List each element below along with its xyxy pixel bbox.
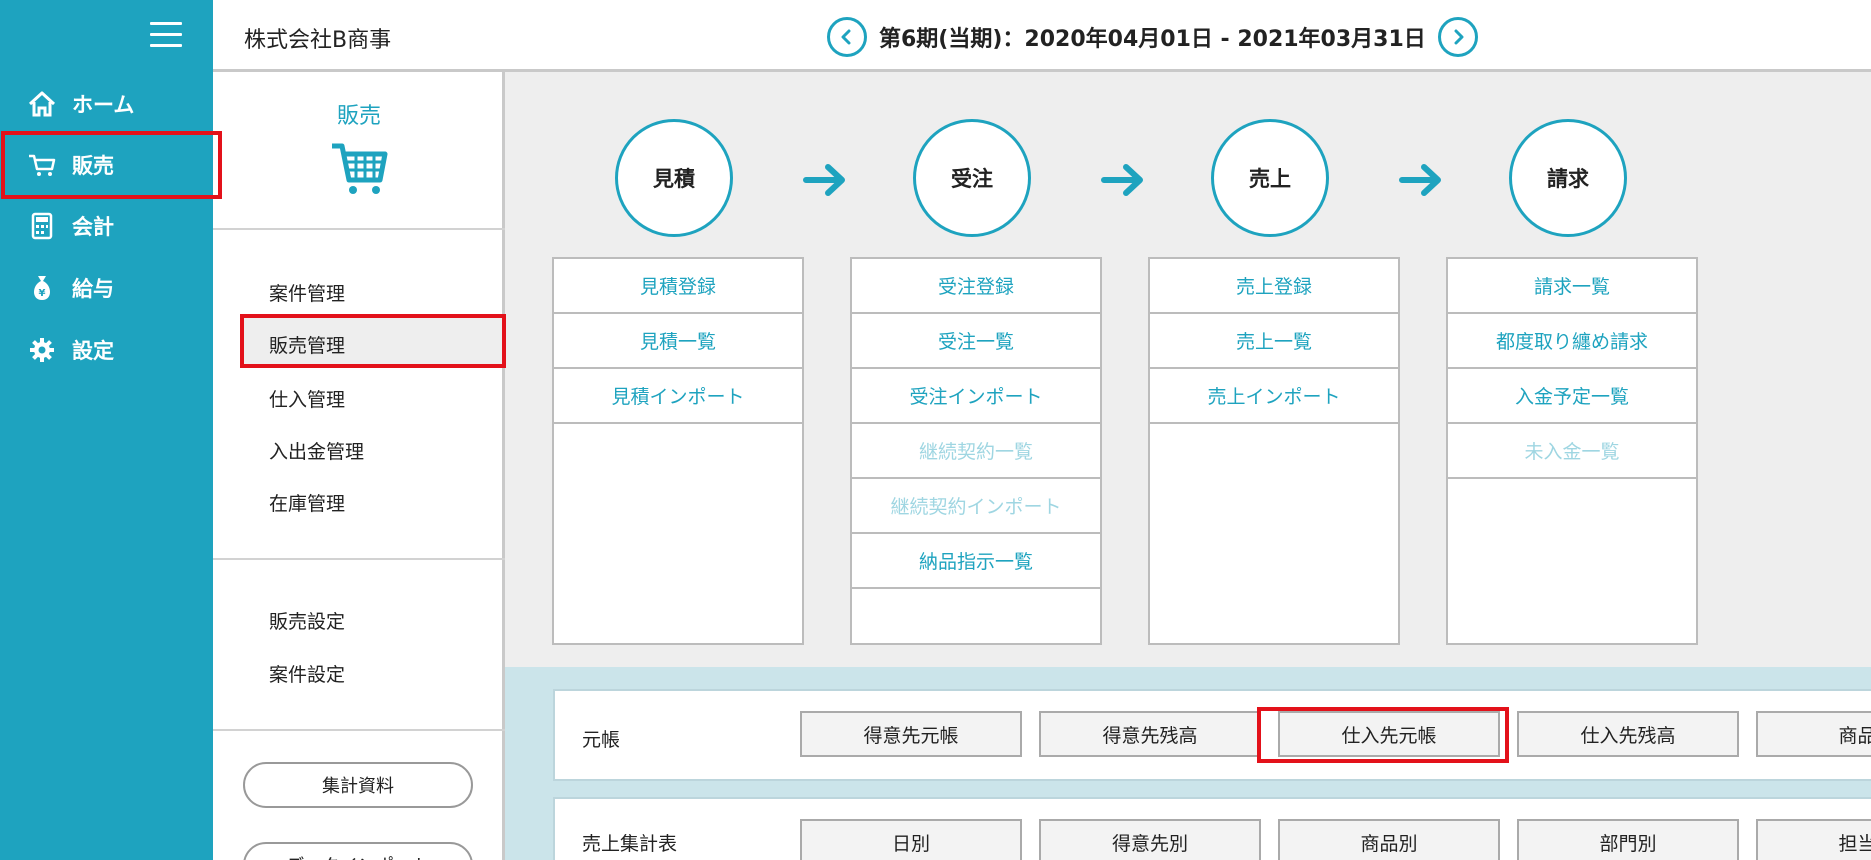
- divider: [213, 729, 505, 731]
- nav-item-home[interactable]: ホーム: [0, 72, 213, 135]
- chevron-left-icon: [841, 29, 851, 45]
- cart-icon: [332, 143, 388, 194]
- money-bag-icon: ¥: [26, 272, 58, 304]
- submenu-item-sales-management[interactable]: 販売管理: [269, 331, 345, 358]
- contract-list-link: 継続契約一覧: [852, 424, 1100, 479]
- submenu-item-sales-settings[interactable]: 販売設定: [269, 607, 345, 634]
- nav-item-payroll[interactable]: ¥ 給与: [0, 256, 213, 319]
- ledger-label: 元帳: [582, 729, 621, 751]
- submenu-item-purchase-management[interactable]: 仕入管理: [269, 385, 345, 412]
- divider: [213, 228, 505, 230]
- nav-item-label: 会計: [72, 214, 114, 239]
- sales-import-link[interactable]: 売上インポート: [1150, 369, 1398, 424]
- hamburger-menu-icon[interactable]: [150, 22, 182, 48]
- by-product-button[interactable]: 商品別: [1278, 819, 1500, 860]
- nav-item-accounting[interactable]: 会計: [0, 194, 213, 257]
- home-icon: [26, 88, 58, 120]
- nav-item-label: 設定: [72, 338, 114, 363]
- company-name: 株式会社B商事: [244, 28, 392, 53]
- by-department-button[interactable]: 部門別: [1517, 819, 1739, 860]
- sales-summary-label: 売上集計表: [582, 833, 678, 855]
- estimate-register-link[interactable]: 見積登録: [554, 259, 802, 314]
- top-header: 株式会社B商事 第6期(当期)：2020年04月01日 - 2021年03月31…: [213, 0, 1871, 72]
- nav-item-settings[interactable]: 設定: [0, 318, 213, 381]
- estimate-import-link[interactable]: 見積インポート: [554, 369, 802, 424]
- next-period-button[interactable]: [1437, 17, 1478, 57]
- product-ledger-button[interactable]: 商品元: [1756, 711, 1871, 757]
- submenu-item-cash-management[interactable]: 入出金管理: [269, 437, 364, 464]
- consolidated-invoice-link[interactable]: 都度取り纏め請求: [1448, 314, 1696, 369]
- sales-flow-panel: 見積 受注 売上 請求 見積登録 見積一覧 見積インポート 受注登録 受注一覧 …: [505, 72, 1871, 667]
- reports-panel: 元帳 得意先元帳 得意先残高 仕入先元帳 仕入先残高 商品元 売上集計表 日別 …: [505, 667, 1871, 860]
- fiscal-period: 第6期(当期)：2020年04月01日 - 2021年03月31日: [879, 27, 1426, 52]
- period-selector: 第6期(当期)：2020年04月01日 - 2021年03月31日: [827, 17, 1478, 57]
- order-register-link[interactable]: 受注登録: [852, 259, 1100, 314]
- step-sales: 売上: [1211, 119, 1329, 237]
- step-estimate: 見積: [615, 119, 733, 237]
- nav-item-label: 給与: [72, 276, 114, 301]
- arrow-right-icon: [1101, 164, 1143, 196]
- order-list-link[interactable]: 受注一覧: [852, 314, 1100, 369]
- arrow-right-icon: [803, 164, 845, 196]
- payment-schedule-list-link[interactable]: 入金予定一覧: [1448, 369, 1696, 424]
- supplier-ledger-button[interactable]: 仕入先元帳: [1278, 711, 1500, 757]
- estimate-list-link[interactable]: 見積一覧: [554, 314, 802, 369]
- daily-button[interactable]: 日別: [800, 819, 1022, 860]
- supplier-balance-button[interactable]: 仕入先残高: [1517, 711, 1739, 757]
- by-customer-button[interactable]: 得意先別: [1039, 819, 1261, 860]
- app-window: ホーム 販売 会計 ¥ 給与 設定 株式会社B商事 第6期(当期)：2020年0…: [0, 0, 1871, 860]
- nav-item-sales[interactable]: 販売: [0, 133, 213, 196]
- by-staff-button[interactable]: 担当者: [1756, 819, 1871, 860]
- divider: [213, 558, 505, 560]
- submenu-item-project-settings[interactable]: 案件設定: [269, 660, 345, 687]
- sales-summary-row: 売上集計表 日別 得意先別 商品別 部門別 担当者: [553, 797, 1871, 860]
- invoice-links: 請求一覧 都度取り纏め請求 入金予定一覧 未入金一覧: [1446, 257, 1698, 645]
- ledger-row: 元帳 得意先元帳 得意先残高 仕入先元帳 仕入先残高 商品元: [553, 689, 1871, 781]
- submenu-title: 販売: [336, 104, 381, 129]
- customer-ledger-button[interactable]: 得意先元帳: [800, 711, 1022, 757]
- order-links: 受注登録 受注一覧 受注インポート 継続契約一覧 継続契約インポート 納品指示一…: [850, 257, 1102, 645]
- data-import-button[interactable]: データインポート: [243, 842, 473, 860]
- cart-icon: [26, 149, 58, 181]
- chevron-right-icon: [1454, 29, 1464, 45]
- submenu-item-project-management[interactable]: 案件管理: [269, 279, 345, 306]
- step-order: 受注: [913, 119, 1031, 237]
- unpaid-list-link: 未入金一覧: [1448, 424, 1696, 479]
- arrow-right-icon: [1399, 164, 1441, 196]
- delivery-instruction-list-link[interactable]: 納品指示一覧: [852, 534, 1100, 589]
- calculator-icon: [26, 210, 58, 242]
- main-nav: ホーム 販売 会計 ¥ 給与 設定: [0, 0, 213, 860]
- sales-submenu: 販売 案件管理 販売管理 仕入管理 入出金管理 在庫管理 販売設定 案件設定 集…: [213, 72, 505, 860]
- customer-balance-button[interactable]: 得意先残高: [1039, 711, 1261, 757]
- previous-period-button[interactable]: [827, 17, 867, 57]
- nav-item-label: 販売: [72, 153, 114, 178]
- submenu-item-inventory-management[interactable]: 在庫管理: [269, 489, 345, 516]
- summary-reports-button[interactable]: 集計資料: [243, 762, 473, 808]
- invoice-list-link[interactable]: 請求一覧: [1448, 259, 1696, 314]
- sales-list-link[interactable]: 売上一覧: [1150, 314, 1398, 369]
- gear-icon: [26, 334, 58, 366]
- order-import-link[interactable]: 受注インポート: [852, 369, 1100, 424]
- contract-import-link: 継続契約インポート: [852, 479, 1100, 534]
- nav-item-label: ホーム: [72, 92, 135, 117]
- sales-register-link[interactable]: 売上登録: [1150, 259, 1398, 314]
- svg-text:¥: ¥: [39, 288, 46, 299]
- sales-links: 売上登録 売上一覧 売上インポート: [1148, 257, 1400, 645]
- estimate-links: 見積登録 見積一覧 見積インポート: [552, 257, 804, 645]
- step-invoice: 請求: [1509, 119, 1627, 237]
